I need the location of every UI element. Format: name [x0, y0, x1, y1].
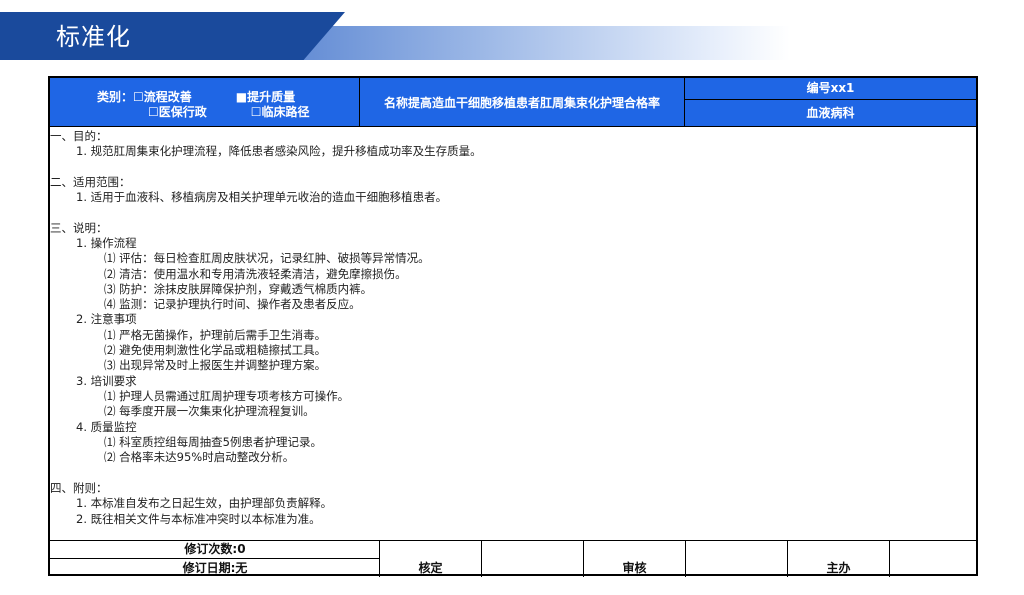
body-text: ⑶ 出现异常及时上报医生并调整护理方案。	[104, 358, 327, 372]
form-body: 一、目的： 1. 规范肛周集束化护理流程，降低患者感染风险，提升移植成功率及生存…	[50, 126, 976, 541]
standard-name: 名称提高造血干细胞移植患者肛周集束化护理合格率	[383, 95, 660, 110]
checkbox-quality-improvement[interactable]: ■提升质量	[236, 90, 295, 104]
section-heading: 二、适用范围：	[50, 175, 131, 189]
revision-date: 修订日期:无	[182, 561, 248, 575]
verify-label: 核定	[380, 541, 482, 577]
title-banner: 标准化	[0, 0, 1024, 60]
department-name: 血液病科	[806, 106, 855, 120]
review-label: 审核	[584, 541, 686, 577]
verify-signature-field[interactable]	[482, 541, 584, 577]
body-text: ⑴ 严格无菌操作，护理前后需手卫生消毒。	[104, 328, 327, 342]
form-header: 类别：☐流程改善 ■提升质量 ☐医保行政 ☐临床路径 名称提高造血干细胞移植患者肛周…	[50, 78, 976, 126]
banner-gradient-stripe	[270, 26, 790, 60]
subsection-heading: 3. 培训要求	[76, 374, 137, 388]
body-text: ⑷ 监测：记录护理执行时间、操作者及患者反应。	[104, 297, 361, 311]
subsection-heading: 1. 操作流程	[76, 236, 137, 250]
body-text: 1. 适用于血液科、移植病房及相关护理单元收治的造血干细胞移植患者。	[76, 190, 448, 204]
body-text: ⑴ 科室质控组每周抽查5例患者护理记录。	[104, 435, 322, 449]
category-label: 类别：	[97, 90, 134, 104]
section-heading: 四、附则：	[50, 481, 108, 495]
category-cell: 类别：☐流程改善 ■提升质量 ☐医保行政 ☐临床路径	[50, 78, 360, 126]
form-footer: 修订次数:0 修订日期:无 核定 审核 主办	[50, 540, 976, 577]
section-heading: 三、说明：	[50, 221, 108, 235]
body-text: 2. 既往相关文件与本标准冲突时以本标准为准。	[76, 512, 321, 526]
page-title: 标准化	[56, 23, 131, 51]
document-number: 编号xx1	[685, 78, 976, 100]
checkbox-process-improvement[interactable]: ☐流程改善	[133, 90, 192, 104]
standard-name-cell: 名称提高造血干细胞移植患者肛周集束化护理合格率	[360, 78, 685, 126]
body-text: 1. 规范肛周集束化护理流程，降低患者感染风险，提升移植成功率及生存质量。	[76, 144, 482, 158]
checkbox-medical-insurance-admin[interactable]: ☐医保行政	[148, 105, 207, 119]
body-text: ⑵ 每季度开展一次集束化护理流程复训。	[104, 404, 315, 418]
body-text: ⑴ 评估：每日检查肛周皮肤状况，记录红肿、破损等异常情况。	[104, 251, 430, 265]
body-text: ⑶ 防护：涂抹皮肤屏障保护剂，穿戴透气棉质内裤。	[104, 282, 373, 296]
checkbox-clinical-pathway[interactable]: ☐临床路径	[251, 105, 310, 119]
revision-count: 修订次数:0	[50, 541, 380, 559]
subsection-heading: 4. 质量监控	[76, 420, 137, 434]
owner-label: 主办	[788, 541, 890, 577]
subsection-heading: 2. 注意事项	[76, 312, 137, 326]
body-text: ⑵ 合格率未达95%时启动整改分析。	[104, 450, 295, 464]
review-signature-field[interactable]	[686, 541, 788, 577]
owner-signature-field[interactable]	[890, 541, 976, 577]
body-text: ⑵ 清洁：使用温水和专用清洗液轻柔清洁，避免摩擦损伤。	[104, 267, 407, 281]
number-department-cell: 编号xx1 血液病科	[685, 78, 976, 126]
banner-dark-block	[0, 12, 345, 60]
revision-cell: 修订次数:0 修订日期:无	[50, 541, 380, 577]
standard-form: 类别：☐流程改善 ■提升质量 ☐医保行政 ☐临床路径 名称提高造血干细胞移植患者肛周…	[48, 76, 978, 577]
section-heading: 一、目的：	[50, 129, 108, 143]
body-text: ⑵ 避免使用刺激性化学品或粗糙擦拭工具。	[104, 343, 327, 357]
body-text: 1. 本标准自发布之日起生效，由护理部负责解释。	[76, 496, 333, 510]
body-text: ⑴ 护理人员需通过肛周护理专项考核方可操作。	[104, 389, 350, 403]
